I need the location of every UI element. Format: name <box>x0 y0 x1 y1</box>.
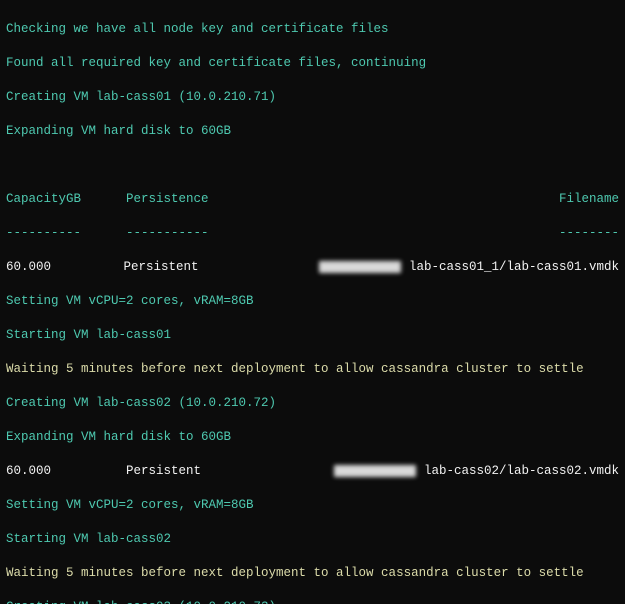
table-row: 60.000 Persistent lab-cass02/lab-cass02.… <box>6 463 619 480</box>
persistence-value: Persistent <box>124 259 320 276</box>
dash: ---------- <box>6 225 126 242</box>
log-line-wait: Waiting 5 minutes before next deployment… <box>6 361 619 378</box>
table-row: 60.000 Persistent lab-cass01_1/lab-cass0… <box>6 259 619 276</box>
log-line: Creating VM lab-cass02 (10.0.210.72) <box>6 395 619 412</box>
table-header: CapacityGB Persistence Filename <box>6 191 619 208</box>
log-line: Starting VM lab-cass01 <box>6 327 619 344</box>
table-header-dashes: ---------- ----------- -------- <box>6 225 619 242</box>
log-line: Starting VM lab-cass02 <box>6 531 619 548</box>
log-line: Creating VM lab-cass01 (10.0.210.71) <box>6 89 619 106</box>
table-header-filename: Filename <box>326 191 619 208</box>
table-header-capacity: CapacityGB <box>6 191 126 208</box>
redacted-text <box>319 261 401 273</box>
log-line: Found all required key and certificate f… <box>6 55 619 72</box>
log-line: Creating VM lab-cass03 (10.0.210.73) <box>6 599 619 604</box>
capacity-value: 60.000 <box>6 463 126 480</box>
dash: -------- <box>326 225 619 242</box>
log-line: Expanding VM hard disk to 60GB <box>6 123 619 140</box>
filename-value: lab-cass01_1/lab-cass01.vmdk <box>319 259 619 276</box>
terminal-area[interactable]: Checking we have all node key and certif… <box>0 0 625 604</box>
log-line: Setting VM vCPU=2 cores, vRAM=8GB <box>6 497 619 514</box>
dash: ----------- <box>126 225 326 242</box>
log-line: Setting VM vCPU=2 cores, vRAM=8GB <box>6 293 619 310</box>
log-line: Expanding VM hard disk to 60GB <box>6 429 619 446</box>
redacted-text <box>334 465 416 477</box>
capacity-value: 60.000 <box>6 259 124 276</box>
filename-value: lab-cass02/lab-cass02.vmdk <box>326 463 619 480</box>
log-line-wait: Waiting 5 minutes before next deployment… <box>6 565 619 582</box>
log-line: Checking we have all node key and certif… <box>6 21 619 38</box>
persistence-value: Persistent <box>126 463 326 480</box>
table-header-persistence: Persistence <box>126 191 326 208</box>
